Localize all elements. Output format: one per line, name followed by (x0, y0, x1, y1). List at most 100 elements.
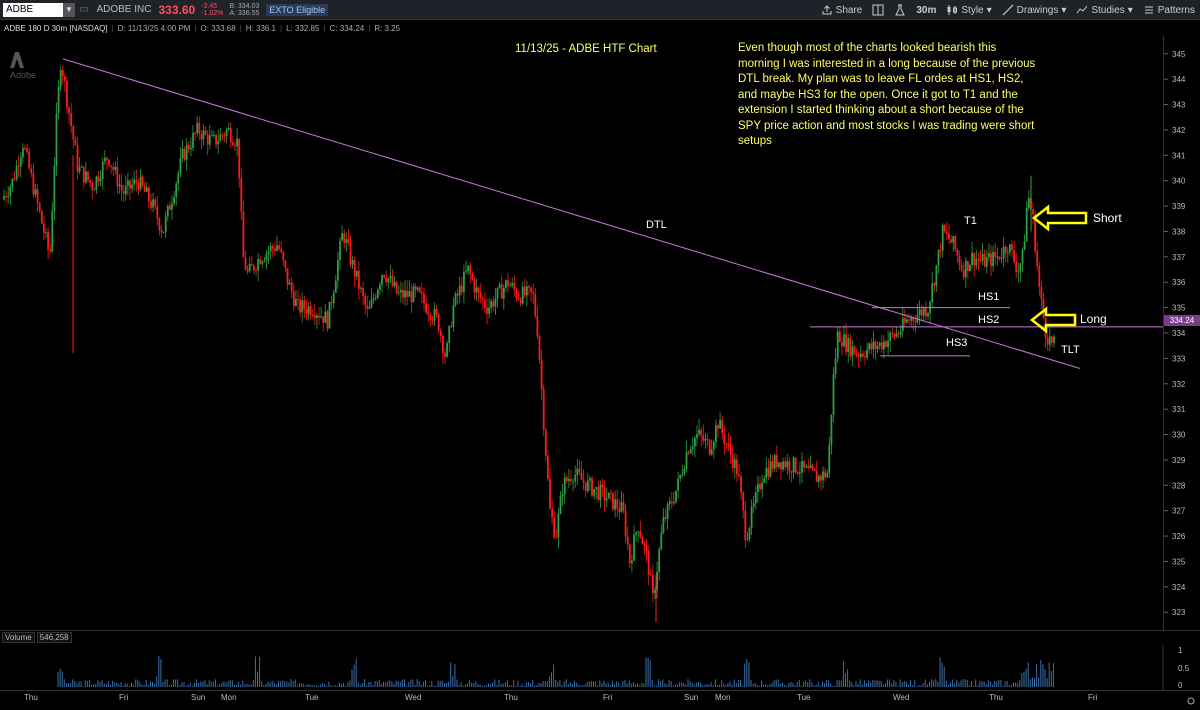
exto-badge[interactable]: EXTO Eligible (266, 3, 329, 16)
candle-body (500, 284, 503, 299)
candle-body (708, 439, 711, 455)
patterns-button[interactable]: Patterns (1143, 4, 1195, 16)
pane-divider[interactable] (0, 630, 1200, 631)
candle-body (505, 280, 507, 288)
candle-body (355, 270, 358, 277)
candle-body (34, 189, 37, 195)
x-tick-label: Mon (715, 693, 731, 702)
candle-body (990, 253, 992, 266)
candle-body (937, 249, 940, 266)
candle-body (284, 260, 287, 269)
candle-body (175, 183, 178, 198)
flask-button[interactable] (894, 4, 906, 16)
candle-body (1025, 207, 1028, 242)
candle-body (366, 305, 369, 309)
candle-body (1000, 258, 1003, 260)
candle-body (727, 443, 730, 445)
candle-body (232, 142, 234, 146)
candle-body (425, 303, 427, 313)
symbol-dropdown-icon[interactable]: ▼ (63, 2, 75, 17)
candle-body (773, 455, 776, 469)
candle-body (57, 87, 60, 114)
candle-body (813, 469, 816, 472)
candle-body (561, 494, 564, 496)
share-button[interactable]: Share (821, 4, 862, 16)
candle-body (257, 258, 259, 271)
drawings-label: Drawings (1016, 4, 1059, 16)
candle-body (412, 286, 415, 303)
short-label: Short (1093, 211, 1122, 225)
volume-chart[interactable]: 10.50 (0, 645, 1200, 690)
price-axis[interactable]: 323 324 325 326 327 328 329 330 331 332 333 334 335 3… (1163, 36, 1200, 630)
candle-body (534, 294, 537, 316)
candle-body (236, 138, 238, 147)
candle-body (605, 498, 608, 501)
candle-body (931, 283, 934, 302)
candle-body (595, 487, 598, 490)
candle-body (601, 484, 604, 488)
candle-body (715, 425, 717, 442)
top-toolbar: ADBE ▼ ▭ ADOBE INC 333.60 -3.45 -1.02% B… (0, 0, 1200, 20)
candle-body (43, 223, 45, 234)
candle-body (820, 475, 822, 481)
candle-body (122, 190, 125, 195)
change-block: -3.45 -1.02% (198, 3, 226, 17)
candle-body (586, 480, 589, 492)
candle-body (775, 455, 778, 468)
candle-body (362, 287, 364, 296)
interval-button[interactable]: 30m (916, 5, 936, 16)
candle-body (704, 438, 707, 441)
candle-body (215, 134, 217, 145)
candle-body (326, 311, 329, 329)
candle-body (19, 157, 22, 167)
grid-button[interactable] (872, 4, 884, 16)
candle-body (698, 429, 700, 435)
link-icon[interactable]: ▭ (79, 4, 88, 15)
chart-title-info[interactable]: ADBE 180 D 30m [NASDAQ] (4, 24, 108, 33)
long-arrow-icon (1030, 306, 1077, 334)
style-button[interactable]: Style ▾ (946, 4, 992, 16)
candle-body (471, 273, 474, 280)
candle-body (334, 280, 337, 293)
candle-body (960, 264, 963, 270)
candle-body (803, 460, 805, 468)
drawings-dropdown-icon: ▾ (1061, 4, 1067, 16)
separator: | (368, 23, 371, 33)
separator: | (239, 23, 242, 33)
candle-body (246, 269, 249, 272)
studies-button[interactable]: Studies ▾ (1076, 4, 1133, 16)
candle-body (173, 197, 175, 204)
hs3-label: HS3 (946, 337, 968, 349)
last-price: 333.60 (158, 2, 196, 17)
settings-icon[interactable] (1186, 696, 1196, 706)
candle-body (782, 461, 784, 470)
candle-body (985, 257, 988, 267)
candle-body (131, 184, 133, 189)
candle-body (874, 341, 877, 350)
info-range: R: 3.25 (374, 23, 401, 33)
candle-body (563, 477, 566, 495)
volume-label[interactable]: Volume (2, 632, 35, 643)
candle-body (364, 295, 367, 306)
candle-body (473, 279, 476, 293)
drawings-button[interactable]: Drawings ▾ (1002, 4, 1067, 16)
candle-body (349, 243, 352, 265)
candle-body (169, 205, 171, 210)
candle-body (330, 301, 333, 304)
candle-body (200, 134, 203, 140)
short-arrow-icon (1032, 204, 1088, 232)
candle-body (826, 473, 829, 478)
candle-body (234, 145, 236, 147)
candle-body (893, 334, 896, 337)
candle-body (427, 312, 430, 315)
candle-body (712, 441, 715, 450)
candle-body (547, 455, 549, 479)
time-axis[interactable]: Thu Fri Sun Mon Tue Wed Thu Fri Sun Mon Tue Wed Thu F… (0, 690, 1200, 710)
candle-body (456, 293, 459, 296)
candle-body (731, 454, 734, 469)
candle-body (673, 501, 675, 504)
candle-body (551, 508, 553, 518)
candle-body (223, 135, 226, 137)
candle-body (610, 492, 612, 494)
symbol-input[interactable]: ADBE (3, 2, 63, 17)
